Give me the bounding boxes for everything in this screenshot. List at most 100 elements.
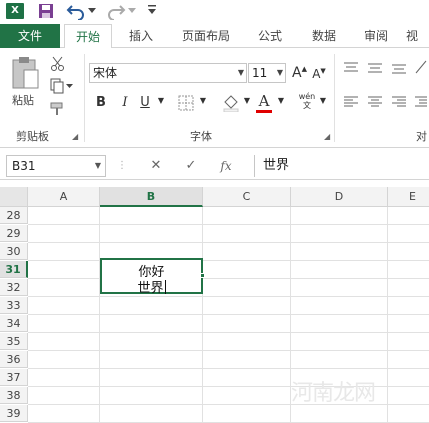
indent-icon[interactable] [415, 96, 427, 108]
row-gridline [28, 242, 429, 243]
font-color-bar [256, 110, 272, 113]
row-gridline [28, 350, 429, 351]
text-caret [164, 280, 166, 294]
row-gridline [28, 314, 429, 315]
font-name-value: 宋体 [93, 66, 118, 80]
insert-function-icon[interactable]: fx [215, 155, 237, 177]
tab-view[interactable]: 视 [406, 24, 429, 48]
chevron-down-icon[interactable] [66, 84, 73, 89]
row-gridline [28, 260, 429, 261]
format-painter-icon[interactable] [50, 102, 66, 116]
tab-home[interactable]: 开始 [64, 24, 112, 49]
tab-insert[interactable]: 插入 [118, 24, 164, 48]
customize-toolbar-icon[interactable] [147, 4, 157, 16]
orientation-icon[interactable] [415, 60, 427, 74]
align-right-icon[interactable] [392, 96, 406, 108]
chevron-down-icon[interactable] [88, 8, 96, 14]
column-header-e[interactable]: E [388, 187, 429, 207]
row-header-38[interactable]: 38 [0, 387, 28, 404]
increase-font-icon[interactable]: A▲ [292, 65, 307, 81]
clipboard-group-label: 剪贴板 [16, 130, 49, 143]
bold-button[interactable]: B [94, 95, 108, 110]
align-left-icon[interactable] [344, 96, 358, 108]
row-header-39[interactable]: 39 [0, 405, 28, 422]
quick-access-toolbar: X [0, 0, 429, 24]
align-middle-icon[interactable] [368, 62, 382, 74]
fill-color-icon[interactable] [222, 94, 240, 112]
column-header-a[interactable]: A [28, 187, 100, 207]
undo-icon[interactable] [66, 2, 86, 20]
copy-icon[interactable] [49, 78, 65, 94]
enter-icon[interactable]: ✓ [180, 155, 202, 177]
chevron-down-icon[interactable]: ▼ [318, 96, 328, 105]
decrease-font-icon[interactable]: A▼ [312, 67, 326, 81]
fill-handle[interactable] [200, 273, 205, 278]
redo-icon[interactable] [106, 2, 126, 20]
chevron-down-icon[interactable]: ▼ [276, 96, 286, 105]
formula-input[interactable]: 世界 [254, 155, 429, 177]
row-header-33[interactable]: 33 [0, 297, 28, 314]
ribbon-tabs: 文件 开始 插入 页面布局 公式 数据 审阅 视 [0, 24, 429, 49]
ribbon-home: 粘贴 剪贴板 ◢ 宋体 ▼ 11 ▼ A▲ A▼ B I U ▼ ▼ ▼ A ▼… [0, 48, 429, 148]
tab-page-layout[interactable]: 页面布局 [174, 24, 238, 48]
formula-bar-grip: ⋮ [117, 160, 127, 171]
row-header-34[interactable]: 34 [0, 315, 28, 332]
font-name-select[interactable]: 宋体 ▼ [89, 63, 247, 83]
worksheet-grid[interactable]: ABCDE 28 29 30 31 32 33 34 35 36 37 38 39 你好 世界 河南龙… [0, 187, 429, 423]
font-group-label: 字体 [190, 130, 212, 143]
italic-button[interactable]: I [118, 95, 132, 110]
active-cell[interactable]: 你好 世界 [100, 258, 205, 296]
dialog-launcher-icon[interactable]: ◢ [324, 132, 330, 141]
font-color-icon[interactable]: A [256, 92, 272, 110]
formula-bar: B31 ▼ ⋮ ✕ ✓ fx 世界 [0, 152, 429, 180]
row-header-28[interactable]: 28 [0, 207, 28, 224]
tab-formulas[interactable]: 公式 [250, 24, 290, 48]
chevron-down-icon: ▼ [276, 68, 283, 77]
save-icon[interactable] [38, 3, 54, 19]
column-gridline [202, 207, 203, 423]
font-size-value: 11 [252, 66, 268, 80]
chevron-down-icon[interactable] [128, 8, 136, 14]
column-header-b[interactable]: B [100, 187, 203, 207]
column-header-d[interactable]: D [291, 187, 388, 207]
row-gridline [28, 368, 429, 369]
phonetic-label: wén [298, 92, 316, 101]
underline-button[interactable]: U [138, 95, 152, 110]
row-header-35[interactable]: 35 [0, 333, 28, 350]
column-gridline [99, 207, 100, 423]
row-header-31[interactable]: 31 [0, 261, 28, 278]
chevron-down-icon[interactable]: ▼ [242, 96, 252, 105]
font-size-select[interactable]: 11 ▼ [248, 63, 286, 83]
paste-label: 粘贴 [12, 94, 34, 107]
cut-icon[interactable] [50, 56, 66, 72]
tab-file[interactable]: 文件 [0, 24, 60, 48]
group-divider [84, 54, 85, 142]
align-center-icon[interactable] [368, 96, 382, 108]
phonetic-icon[interactable]: wén 文 [296, 92, 318, 110]
cancel-icon[interactable]: ✕ [145, 155, 167, 177]
column-gridline [387, 207, 388, 423]
chevron-down-icon[interactable]: ▼ [198, 96, 208, 105]
row-header-36[interactable]: 36 [0, 351, 28, 368]
select-all-corner[interactable] [0, 187, 28, 207]
chevron-down-icon[interactable]: ▼ [156, 96, 166, 105]
tab-data[interactable]: 数据 [304, 24, 344, 48]
chevron-down-icon: ▼ [237, 68, 244, 77]
watermark: 河南龙网 [291, 381, 376, 406]
row-gridline [28, 332, 429, 333]
border-icon[interactable] [178, 95, 194, 111]
align-bottom-icon[interactable] [392, 62, 406, 74]
column-header-c[interactable]: C [203, 187, 291, 207]
row-header-32[interactable]: 32 [0, 279, 28, 296]
clipboard-icon [12, 57, 39, 89]
name-box[interactable]: B31 ▼ [6, 155, 106, 177]
row-gridline [28, 224, 429, 225]
tab-review[interactable]: 审阅 [356, 24, 396, 48]
cell-line-2: 世界 [137, 280, 166, 296]
align-top-icon[interactable] [344, 62, 358, 74]
row-header-30[interactable]: 30 [0, 243, 28, 260]
row-header-29[interactable]: 29 [0, 225, 28, 242]
dialog-launcher-icon[interactable]: ◢ [72, 132, 78, 141]
row-header-37[interactable]: 37 [0, 369, 28, 386]
alignment-group-label: 对 [416, 130, 427, 143]
